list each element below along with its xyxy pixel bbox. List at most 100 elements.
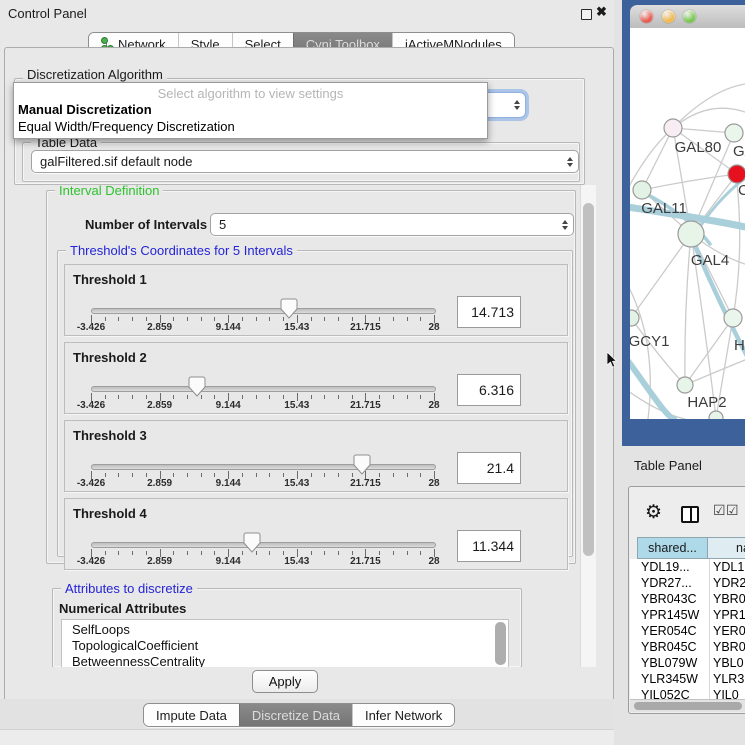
network-edge[interactable] bbox=[642, 174, 737, 190]
threshold-value-field[interactable]: 11.344 bbox=[457, 530, 521, 562]
network-node[interactable] bbox=[630, 310, 639, 326]
slider-tick bbox=[407, 317, 408, 321]
table-horizontal-scrollbar[interactable] bbox=[630, 699, 745, 712]
numerical-attributes-list[interactable]: SelfLoopsTopologicalCoefficientBetweenne… bbox=[61, 619, 509, 667]
attribute-item[interactable]: TopologicalCoefficient bbox=[72, 638, 198, 653]
slider-tick-label: 9.144 bbox=[216, 556, 241, 567]
table-row[interactable]: YIL052CYIL0 bbox=[630, 687, 745, 699]
slider-handle[interactable] bbox=[353, 454, 371, 475]
attribute-item[interactable]: SelfLoops bbox=[72, 622, 130, 637]
network-edge-highlighted[interactable] bbox=[630, 353, 674, 419]
slider-tick-label: 15.43 bbox=[284, 322, 309, 333]
slider-handle[interactable] bbox=[280, 298, 298, 319]
table-row[interactable]: YER054CYER0 bbox=[630, 623, 745, 639]
settings-scrollbar-thumb[interactable] bbox=[583, 203, 594, 556]
attributes-group: Attributes to discretize Numerical Attri… bbox=[52, 588, 522, 667]
zoom-traffic-light[interactable] bbox=[683, 10, 696, 23]
interval-definition-group: Interval Definition Number of Intervals … bbox=[46, 190, 576, 564]
list-scrollbar-thumb[interactable] bbox=[495, 622, 506, 665]
settings-scrollbar[interactable] bbox=[580, 185, 596, 667]
minimize-traffic-light[interactable] bbox=[662, 10, 675, 23]
tab-label: Discretize Data bbox=[252, 708, 340, 723]
table-row[interactable]: YDL19...YDL1 bbox=[630, 559, 745, 575]
network-node[interactable] bbox=[633, 181, 651, 199]
table-rows: YDL19...YDL1YDR27...YDR2YBR043CYBR0YPR14… bbox=[630, 559, 745, 699]
cell-name: YBR0 bbox=[713, 592, 745, 606]
slider-tick bbox=[407, 551, 408, 555]
slider-tick-label: 9.144 bbox=[216, 322, 241, 333]
threshold-value-field[interactable]: 14.713 bbox=[457, 296, 521, 328]
network-node[interactable] bbox=[678, 221, 704, 247]
slider-tick-label: 28 bbox=[428, 556, 439, 567]
slider-tick-label: -3.426 bbox=[77, 322, 105, 333]
network-edge[interactable] bbox=[733, 183, 740, 318]
slider-track[interactable] bbox=[91, 542, 436, 548]
slider-tick bbox=[214, 551, 215, 555]
gear-icon[interactable]: ⚙ bbox=[645, 501, 662, 524]
table-data-combobox[interactable]: galFiltered.sif default node bbox=[31, 150, 579, 173]
checkbox-icon[interactable]: ☑ bbox=[713, 502, 726, 519]
slider-tick bbox=[379, 317, 380, 321]
network-node[interactable] bbox=[728, 165, 745, 183]
network-node[interactable] bbox=[677, 377, 693, 393]
slider-tick-label: -3.426 bbox=[77, 478, 105, 489]
tab-discretize-data[interactable]: Discretize Data bbox=[239, 704, 352, 726]
table-hscrollbar-thumb[interactable] bbox=[634, 702, 742, 710]
slider-tick bbox=[379, 551, 380, 555]
network-node[interactable] bbox=[709, 411, 723, 419]
slider-track[interactable] bbox=[91, 386, 436, 392]
network-canvas[interactable]: GAL80GACGAL11GAL4GCY1HHAP2 bbox=[630, 28, 745, 419]
apply-button[interactable]: Apply bbox=[252, 670, 318, 693]
numerical-attributes-label: Numerical Attributes bbox=[59, 601, 186, 616]
table-row[interactable]: YBL079WYBL0 bbox=[630, 655, 745, 671]
network-node-label: GAL80 bbox=[675, 139, 722, 156]
slider-tick bbox=[146, 551, 147, 555]
network-graph: GAL80GACGAL11GAL4GCY1HHAP2 bbox=[630, 28, 745, 419]
slider-handle[interactable] bbox=[243, 532, 261, 553]
table-row[interactable]: YPR145WYPR1 bbox=[630, 607, 745, 623]
slider-tick-label: 2.859 bbox=[147, 400, 172, 411]
table-row[interactable]: YBR045CYBR0 bbox=[630, 639, 745, 655]
number-of-intervals-combobox[interactable]: 5 bbox=[210, 213, 574, 236]
slider-handle[interactable] bbox=[188, 376, 206, 397]
threshold-label: Threshold 4 bbox=[73, 506, 147, 521]
column-header-shared-name[interactable]: shared... bbox=[637, 537, 708, 559]
column-layout-icon[interactable] bbox=[681, 506, 699, 523]
tab-infer-network[interactable]: Infer Network bbox=[352, 704, 454, 726]
table-row[interactable]: YBR043CYBR0 bbox=[630, 591, 745, 607]
slider-tick bbox=[338, 317, 339, 321]
slider-tick bbox=[283, 395, 284, 399]
bottom-strip-lower bbox=[0, 729, 618, 745]
slider-tick bbox=[407, 395, 408, 399]
slider-tick bbox=[393, 473, 394, 477]
threshold-value-field[interactable]: 21.4 bbox=[457, 452, 521, 484]
control-panel-title: Control Panel bbox=[8, 6, 87, 21]
slider-track[interactable] bbox=[91, 464, 436, 470]
tab-impute-data[interactable]: Impute Data bbox=[144, 704, 239, 726]
close-traffic-light[interactable] bbox=[640, 10, 653, 23]
attribute-item[interactable]: BetweennessCentrality bbox=[72, 654, 205, 667]
slider-tick bbox=[105, 473, 106, 477]
network-node[interactable] bbox=[664, 119, 682, 137]
column-header-name[interactable]: na bbox=[707, 537, 745, 559]
cell-name: YER0 bbox=[713, 624, 745, 638]
network-edge[interactable] bbox=[631, 234, 691, 318]
float-window-icon[interactable] bbox=[581, 9, 592, 20]
slider-tick bbox=[420, 317, 421, 321]
table-row[interactable]: YDR27...YDR2 bbox=[630, 575, 745, 591]
checkbox-icon[interactable]: ☑ bbox=[726, 502, 739, 519]
slider-tick bbox=[269, 473, 270, 477]
cell-shared-name: YBR045C bbox=[641, 640, 697, 654]
slider-track[interactable] bbox=[91, 308, 436, 314]
network-edge[interactable] bbox=[673, 84, 745, 128]
dropdown-option-manual[interactable]: Manual Discretization bbox=[18, 102, 152, 117]
slider-tick bbox=[311, 395, 312, 399]
table-row[interactable]: YLR345WYLR3 bbox=[630, 671, 745, 687]
threshold-value-field[interactable]: 6.316 bbox=[457, 374, 521, 406]
network-node[interactable] bbox=[725, 124, 743, 142]
slider-tick bbox=[146, 317, 147, 321]
dropdown-option-equal-width[interactable]: Equal Width/Frequency Discretization bbox=[18, 119, 235, 134]
cell-name: YLR3 bbox=[713, 672, 744, 686]
network-node[interactable] bbox=[724, 309, 742, 327]
close-icon[interactable]: ✖ bbox=[596, 4, 607, 20]
